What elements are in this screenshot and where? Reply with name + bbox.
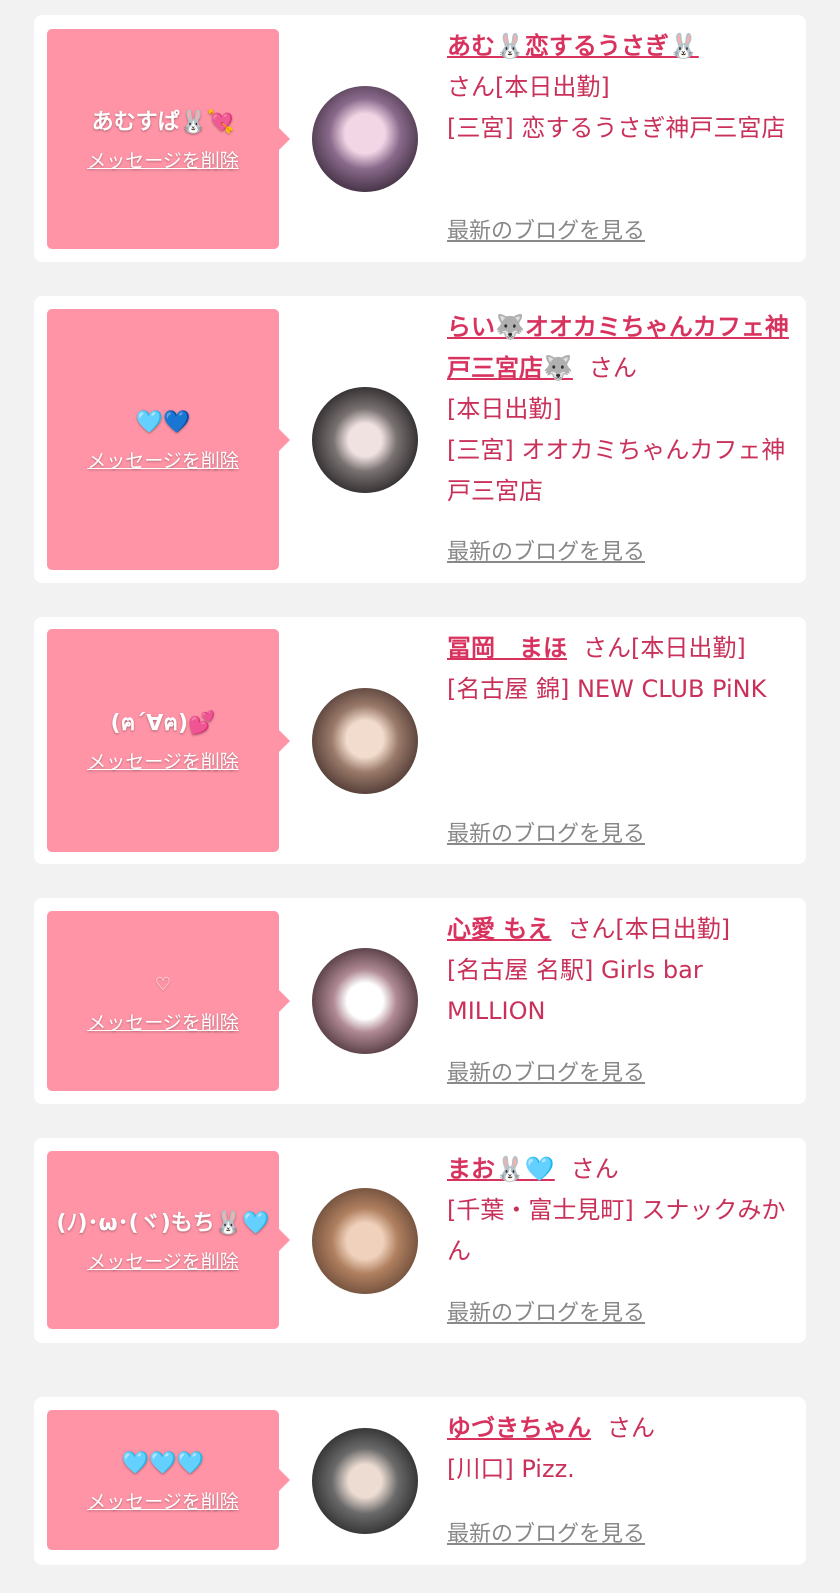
cast-san: さん <box>588 354 637 382</box>
latest-blog-link[interactable]: 最新のブログを見る <box>447 213 645 245</box>
avatar[interactable] <box>312 387 418 493</box>
shop-info: [名古屋 錦] NEW CLUB PiNK <box>447 675 767 703</box>
message-text: あむすぱ🐰💘 <box>91 109 235 135</box>
cast-info: 心愛 もえ さん[本日出勤] [名古屋 名駅] Girls bar MILLION <box>447 909 793 1032</box>
shop-info: [千葉・富士見町] スナックみかん <box>447 1196 786 1265</box>
cast-name-link[interactable]: ゆづきちゃん <box>447 1414 591 1442</box>
cast-name-link[interactable]: まお🐰🩵 <box>447 1155 555 1183</box>
message-bubble: 🩵🩵🩵 メッセージを削除 <box>47 1410 290 1550</box>
latest-blog-link[interactable]: 最新のブログを見る <box>447 1295 645 1327</box>
shop-info: [三宮] オオカミちゃんカフェ神戸三宮店 <box>447 436 786 505</box>
cast-san: さん <box>570 1155 619 1183</box>
cast-info: ゆづきちゃん さん [川口] Pizz. <box>447 1408 793 1490</box>
cast-name-link[interactable]: 冨岡 まほ <box>447 634 567 662</box>
latest-blog-link[interactable]: 最新のブログを見る <box>447 534 645 566</box>
avatar[interactable] <box>312 86 418 192</box>
message-card: 🩵💙 メッセージを削除 らい🐺オオカミちゃんカフェ神戸三宮店🐺 さん [本日出勤]… <box>34 296 806 583</box>
message-bubble: (ฅ´∀ฅ)💕 メッセージを削除 <box>47 629 290 852</box>
message-text: ♡ <box>154 973 172 995</box>
message-text: (ﾉ)･ω･(ヾ)もち🐰🩵 <box>56 1210 270 1236</box>
cast-info: 冨岡 まほ さん[本日出勤] [名古屋 錦] NEW CLUB PiNK <box>447 628 793 710</box>
shop-info: [川口] Pizz. <box>447 1455 575 1483</box>
cast-san: さん[本日出勤] <box>583 634 746 662</box>
shop-info: [名古屋 名駅] Girls bar MILLION <box>447 956 703 1025</box>
latest-blog-link[interactable]: 最新のブログを見る <box>447 816 645 848</box>
cast-name-link[interactable]: あむ🐰恋するうさぎ🐰 <box>447 32 699 60</box>
avatar[interactable] <box>312 688 418 794</box>
message-card: ♡ メッセージを削除 心愛 もえ さん[本日出勤] [名古屋 名駅] Girls … <box>34 898 806 1104</box>
message-bubble: (ﾉ)･ω･(ヾ)もち🐰🩵 メッセージを削除 <box>47 1151 290 1329</box>
message-text: 🩵🩵🩵 <box>121 1450 205 1476</box>
delete-message-link[interactable]: メッセージを削除 <box>87 146 239 173</box>
cast-san: さん <box>607 1414 655 1442</box>
message-card: あむすぱ🐰💘 メッセージを削除 あむ🐰恋するうさぎ🐰 さん[本日出勤] [三宮]… <box>34 15 806 262</box>
message-bubble: あむすぱ🐰💘 メッセージを削除 <box>47 29 290 249</box>
avatar[interactable] <box>312 948 418 1054</box>
message-text: 🩵💙 <box>135 410 191 435</box>
cast-info: あむ🐰恋するうさぎ🐰 さん[本日出勤] [三宮] 恋するうさぎ神戸三宮店 <box>447 26 793 149</box>
cast-status: [本日出勤] <box>447 395 562 423</box>
cast-name-link[interactable]: 心愛 もえ <box>447 915 551 943</box>
cast-info: らい🐺オオカミちゃんカフェ神戸三宮店🐺 さん [本日出勤] [三宮] オオカミちゃ… <box>447 307 793 512</box>
delete-message-link[interactable]: メッセージを削除 <box>87 446 239 473</box>
message-card: (ฅ´∀ฅ)💕 メッセージを削除 冨岡 まほ さん[本日出勤] [名古屋 錦] N… <box>34 617 806 864</box>
delete-message-link[interactable]: メッセージを削除 <box>87 747 239 774</box>
latest-blog-link[interactable]: 最新のブログを見る <box>447 1516 645 1548</box>
cast-san: さん[本日出勤] <box>447 73 610 101</box>
delete-message-link[interactable]: メッセージを削除 <box>87 1247 239 1274</box>
message-card: 🩵🩵🩵 メッセージを削除 ゆづきちゃん さん [川口] Pizz. 最新のブログを… <box>34 1397 806 1565</box>
message-bubble: 🩵💙 メッセージを削除 <box>47 309 290 570</box>
delete-message-link[interactable]: メッセージを削除 <box>87 1487 239 1514</box>
message-bubble: ♡ メッセージを削除 <box>47 911 290 1091</box>
message-text: (ฅ´∀ฅ)💕 <box>110 711 216 736</box>
cast-info: まお🐰🩵 さん [千葉・富士見町] スナックみかん <box>447 1149 793 1272</box>
latest-blog-link[interactable]: 最新のブログを見る <box>447 1055 645 1087</box>
message-card: (ﾉ)･ω･(ヾ)もち🐰🩵 メッセージを削除 まお🐰🩵 さん [千葉・富士見町] … <box>34 1138 806 1343</box>
cast-san: さん[本日出勤] <box>567 915 731 943</box>
avatar[interactable] <box>312 1188 418 1294</box>
avatar[interactable] <box>312 1428 418 1534</box>
shop-info: [三宮] 恋するうさぎ神戸三宮店 <box>447 114 786 142</box>
delete-message-link[interactable]: メッセージを削除 <box>87 1008 239 1035</box>
